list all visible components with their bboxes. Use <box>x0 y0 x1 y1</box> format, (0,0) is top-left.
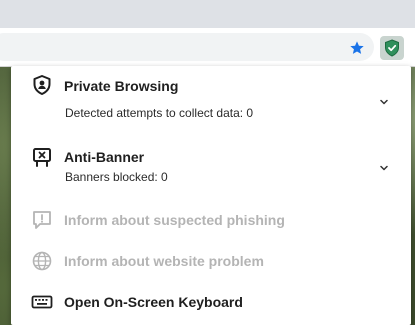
report-speech-bubble-icon <box>31 209 53 231</box>
extension-shield-button[interactable] <box>380 36 404 60</box>
anti-banner-item[interactable]: Anti-Banner Banners blocked: 0 <box>11 138 411 196</box>
tab-strip <box>0 0 415 28</box>
private-browsing-item[interactable]: Private Browsing Detected attempts to co… <box>11 66 411 128</box>
report-phishing-item[interactable]: Inform about suspected phishing <box>11 206 411 240</box>
keyboard-icon <box>31 291 53 313</box>
report-website-problem-item[interactable]: Inform about website problem <box>11 247 411 281</box>
anti-banner-status: Banners blocked: 0 <box>65 170 168 184</box>
private-browsing-title: Private Browsing <box>64 78 179 94</box>
anti-banner-title: Anti-Banner <box>64 149 145 165</box>
chevron-down-icon[interactable] <box>378 95 390 107</box>
report-phishing-label: Inform about suspected phishing <box>64 212 285 228</box>
extension-popup-menu: Private Browsing Detected attempts to co… <box>11 66 411 325</box>
bookmark-star-icon[interactable] <box>349 40 365 56</box>
globe-icon <box>31 250 53 272</box>
browser-toolbar <box>0 28 415 67</box>
private-browsing-shield-icon <box>31 74 53 96</box>
shield-check-icon <box>385 39 399 57</box>
anti-banner-billboard-icon <box>31 146 53 168</box>
address-bar[interactable] <box>0 33 374 61</box>
private-browsing-status: Detected attempts to collect data: 0 <box>65 106 254 120</box>
report-website-problem-label: Inform about website problem <box>64 253 264 269</box>
on-screen-keyboard-item[interactable]: Open On-Screen Keyboard <box>11 288 411 322</box>
on-screen-keyboard-label: Open On-Screen Keyboard <box>64 294 243 310</box>
chevron-down-icon[interactable] <box>378 161 390 173</box>
